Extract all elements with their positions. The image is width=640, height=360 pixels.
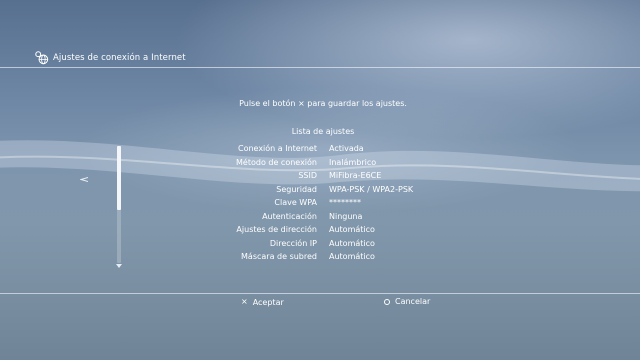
left-arrow-icon	[80, 177, 88, 182]
setting-value: Inalámbrico	[329, 157, 377, 167]
settings-list-title: Lista de ajustes	[291, 127, 355, 136]
setting-label: Ajustes de dirección	[236, 225, 317, 234]
footer-divider	[0, 293, 640, 294]
settings-row-connection-method: Método de conexión Inalámbrico	[190, 158, 490, 172]
setting-value: Automático	[329, 225, 375, 234]
scroll-thumb[interactable]	[117, 146, 121, 210]
cancel-label: Cancelar	[395, 297, 431, 306]
instruction-after: para guardar los ajustes.	[307, 99, 407, 108]
cross-button-icon: ×	[241, 297, 248, 306]
circle-button-icon	[384, 298, 390, 305]
settings-row-wpa-key: Clave WPA ********	[190, 198, 490, 212]
accept-label: Aceptar	[252, 297, 284, 307]
setting-label: Clave WPA	[274, 198, 317, 207]
accept-button[interactable]: × Aceptar	[241, 297, 284, 307]
page-header: Ajustes de conexión a Internet	[34, 50, 186, 65]
setting-label: SSID	[298, 171, 317, 180]
cancel-button[interactable]: Cancelar	[384, 297, 430, 306]
setting-value: MiFibra-E6CE	[329, 171, 382, 180]
settings-row-address-settings: Ajustes de dirección Automático	[190, 225, 490, 239]
settings-row-subnet-mask: Máscara de subred Automático	[190, 252, 490, 266]
setting-label: Dirección IP	[269, 238, 317, 248]
setting-value: Automático	[329, 238, 375, 248]
settings-row-ssid: SSID MiFibra-E6CE	[190, 171, 490, 185]
settings-list: Conexión a Internet Activada Método de c…	[190, 144, 490, 266]
settings-row-ip-address: Dirección IP Automático	[190, 239, 490, 253]
scroll-down-arrow-icon	[116, 264, 122, 268]
settings-scrollbar[interactable]	[116, 146, 122, 268]
settings-row-security: Seguridad WPA-PSK / WPA2-PSK	[190, 185, 490, 199]
setting-label: Autenticación	[262, 211, 317, 221]
setting-value: ********	[329, 198, 361, 207]
cross-button-icon: ×	[297, 99, 305, 108]
instruction-before: Pulse el botón	[239, 99, 296, 108]
setting-label: Máscara de subred	[241, 252, 317, 261]
setting-value: WPA-PSK / WPA2-PSK	[329, 184, 414, 194]
settings-row-internet-connection: Conexión a Internet Activada	[190, 144, 490, 158]
network-globe-icon	[35, 51, 49, 65]
page-title: Ajustes de conexión a Internet	[53, 52, 186, 63]
setting-label: Seguridad	[276, 184, 317, 194]
setting-value: Ninguna	[329, 211, 363, 221]
settings-row-authentication: Autenticación Ninguna	[190, 212, 490, 226]
setting-value: Activada	[329, 144, 364, 153]
setting-label: Método de conexión	[236, 157, 317, 167]
setting-value: Automático	[329, 252, 375, 261]
header-divider	[0, 67, 640, 68]
instruction-text: Pulse el botón × para guardar los ajuste…	[0, 99, 640, 108]
setting-label: Conexión a Internet	[237, 144, 317, 153]
ps3-network-settings-screen: Ajustes de conexión a Internet Pulse el …	[0, 0, 640, 360]
